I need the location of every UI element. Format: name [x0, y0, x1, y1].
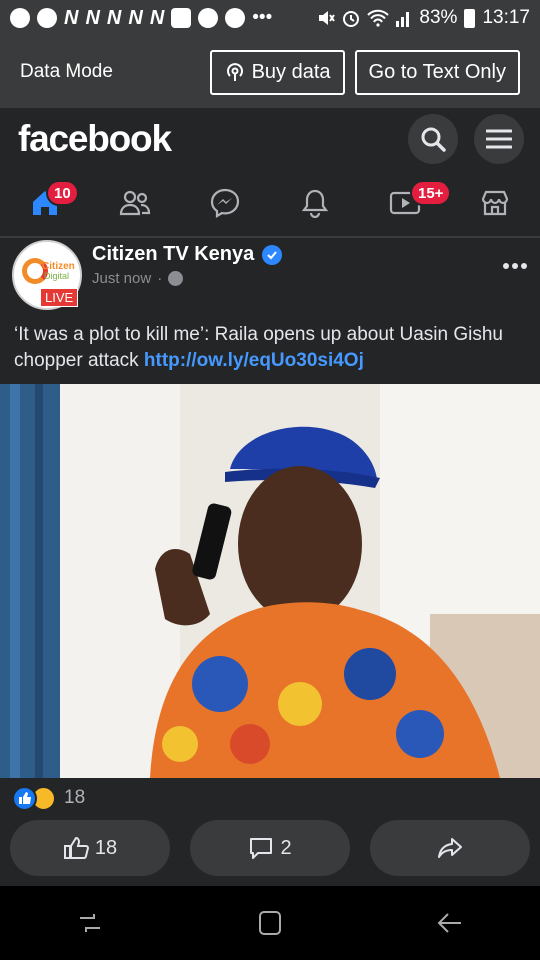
- text-only-label: Go to Text Only: [368, 60, 506, 83]
- tab-watch[interactable]: 15+: [360, 170, 452, 236]
- verified-icon: [262, 244, 283, 265]
- reaction-summary[interactable]: 18: [12, 784, 85, 812]
- linkedin-icon: [171, 8, 192, 28]
- facebook-icon: [37, 8, 57, 28]
- tab-marketplace[interactable]: [450, 170, 540, 236]
- photo-illustration: [0, 384, 540, 778]
- app-icon: [225, 8, 246, 28]
- like-count: 18: [94, 836, 118, 859]
- data-mode-bar: Data Mode Buy data Go to Text Only: [0, 36, 540, 108]
- app-icon: [198, 8, 219, 28]
- buy-data-label: Buy data: [251, 60, 331, 83]
- post-meta: Citizen TV Kenya Just now ·: [92, 243, 502, 287]
- more-icon: •••: [252, 7, 273, 28]
- tab-home[interactable]: 10: [0, 170, 90, 236]
- n-icon: N: [85, 6, 100, 29]
- notification-icons: N N N N N •••: [10, 7, 272, 30]
- tab-notifications[interactable]: [270, 170, 360, 236]
- bell-icon: [301, 189, 329, 218]
- home-button-icon[interactable]: [255, 908, 285, 938]
- system-nav-bar: [0, 886, 540, 960]
- tab-friends[interactable]: [90, 170, 180, 236]
- whatsapp-icon: [10, 8, 30, 28]
- comment-icon: [250, 838, 273, 859]
- n-icon: N: [128, 6, 143, 29]
- search-button[interactable]: [408, 114, 458, 164]
- video-badge: 15+: [410, 180, 452, 206]
- more-options-icon[interactable]: [502, 262, 528, 270]
- messenger-icon: [210, 188, 240, 218]
- status-bar: N N N N N ••• 83% 13:17: [0, 0, 540, 36]
- battery-icon: [464, 8, 476, 28]
- n-icon: N: [149, 6, 165, 29]
- text-only-button[interactable]: Go to Text Only: [354, 49, 520, 95]
- avatar-subtext: Digital: [44, 271, 70, 281]
- facebook-logo[interactable]: facebook: [18, 118, 392, 160]
- n-icon: N: [64, 6, 79, 29]
- main-nav: 10 15+: [0, 170, 540, 238]
- post-time[interactable]: Just now: [92, 270, 151, 287]
- signal-icon: [396, 12, 410, 27]
- battery-percent: 83%: [419, 7, 458, 28]
- n-icon: N: [106, 6, 122, 29]
- page-name[interactable]: Citizen TV Kenya: [92, 243, 254, 266]
- share-icon: [438, 838, 462, 858]
- post-photo[interactable]: [0, 384, 540, 778]
- post-actions: 18 2: [10, 820, 530, 876]
- tab-messenger[interactable]: [180, 170, 270, 236]
- hamburger-icon: [486, 129, 512, 149]
- post-header: Citizen Digital LIVE Citizen TV Kenya Ju…: [0, 240, 540, 312]
- marketplace-icon: [481, 190, 509, 216]
- post-time-row: Just now ·: [92, 270, 502, 287]
- globe-icon: [168, 271, 184, 286]
- mute-icon: [319, 11, 336, 25]
- buy-data-button[interactable]: Buy data: [209, 49, 345, 95]
- friends-icon: [119, 190, 151, 216]
- like-reaction-icon: [12, 785, 37, 811]
- data-mode-label: Data Mode: [20, 61, 113, 82]
- reaction-count: 18: [64, 787, 86, 808]
- separator: ·: [157, 270, 163, 287]
- search-icon: [421, 127, 446, 152]
- home-badge: 10: [46, 180, 79, 206]
- page-name-row: Citizen TV Kenya: [92, 243, 502, 266]
- page-avatar[interactable]: Citizen Digital LIVE: [12, 240, 82, 310]
- alarm-icon: [343, 11, 360, 27]
- broadcast-icon: [226, 63, 243, 81]
- back-icon[interactable]: [435, 908, 465, 938]
- post-link[interactable]: http://ow.ly/eqUo30si4Oj: [144, 350, 364, 371]
- post-text: ‘It was a plot to kill me’: Raila opens …: [14, 322, 526, 374]
- live-badge: LIVE: [40, 288, 79, 307]
- like-button[interactable]: 18: [10, 820, 170, 876]
- wifi-icon: [367, 9, 390, 27]
- share-button[interactable]: [370, 820, 530, 876]
- thumbs-up-icon: [63, 836, 89, 859]
- app-header: facebook: [0, 108, 540, 170]
- system-icons: 83% 13:17: [317, 7, 530, 29]
- comment-button[interactable]: 2: [190, 820, 350, 876]
- menu-button[interactable]: [474, 114, 524, 164]
- recents-icon[interactable]: [75, 908, 105, 938]
- comment-count: 2: [280, 836, 292, 859]
- clock: 13:17: [482, 7, 530, 28]
